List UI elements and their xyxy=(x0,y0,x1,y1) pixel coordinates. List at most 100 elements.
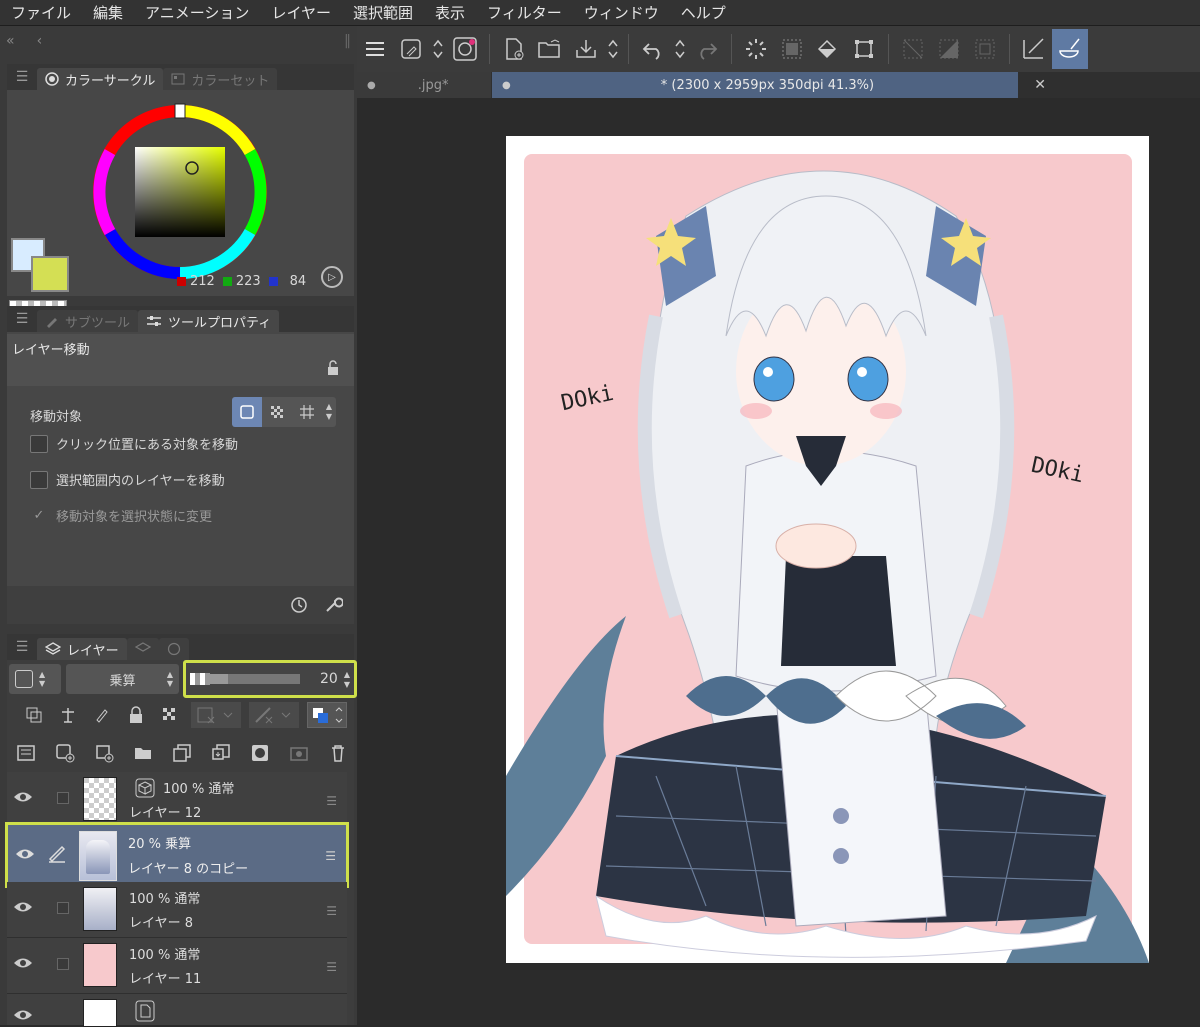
menu-help[interactable]: ヘルプ xyxy=(670,2,737,23)
ruler-toggle-icon[interactable] xyxy=(249,702,299,728)
opacity-stepper-icon[interactable]: ▲ ▼ xyxy=(344,670,350,690)
redo-icon[interactable] xyxy=(691,33,723,65)
lock-icon[interactable] xyxy=(326,360,340,380)
new-file-icon[interactable] xyxy=(498,33,530,65)
tab-color-set[interactable]: カラーセット xyxy=(163,68,278,90)
eye-icon[interactable] xyxy=(13,956,33,970)
eye-icon[interactable] xyxy=(13,790,33,804)
move-target-layer-button[interactable] xyxy=(232,397,262,427)
option-click-position[interactable]: クリック位置にある対象を移動 xyxy=(30,434,238,453)
eye-icon[interactable] xyxy=(13,900,33,914)
mask-toggle-icon[interactable] xyxy=(191,702,241,728)
stepper-icon[interactable] xyxy=(673,33,687,65)
select-all-icon[interactable] xyxy=(969,33,1001,65)
layer-drag-handle-icon[interactable]: ☰ xyxy=(325,849,336,863)
merge-down-icon[interactable] xyxy=(208,740,234,766)
layer-select-checkbox[interactable] xyxy=(57,958,69,970)
dock-grip-icon[interactable]: ‖ xyxy=(344,33,351,49)
option2-checkbox[interactable] xyxy=(30,470,48,489)
tab-tool-property[interactable]: ツールプロパティ xyxy=(138,310,280,332)
layer-row[interactable]: 100 % 通常 レイヤー 12 ☰ xyxy=(7,772,347,826)
lock-layer-icon[interactable] xyxy=(123,702,149,728)
artwork-canvas[interactable]: DOki DOki xyxy=(506,136,1149,963)
layer-row[interactable]: 100 % 通常 レイヤー 8 ☰ xyxy=(7,882,347,938)
layer-color-icon[interactable] xyxy=(307,702,347,728)
tab-layer[interactable]: レイヤー xyxy=(37,638,127,660)
layer-row[interactable]: 100 % 通常 レイヤー 11 ☰ xyxy=(7,938,347,994)
opacity-control[interactable]: 20 ▲ ▼ xyxy=(183,660,357,698)
pen-edit-icon[interactable] xyxy=(46,841,68,863)
main-color-swatch[interactable] xyxy=(31,256,69,292)
menu-selection[interactable]: 選択範囲 xyxy=(342,2,424,23)
transform-icon[interactable] xyxy=(848,33,880,65)
menu-filter[interactable]: フィルター xyxy=(476,2,573,23)
menu-animation[interactable]: アニメーション xyxy=(134,2,260,23)
doc-tab-1[interactable]: ● .jpg* xyxy=(357,72,491,98)
draft-layer-icon[interactable] xyxy=(89,702,115,728)
undo-icon[interactable] xyxy=(637,33,669,65)
open-folder-icon[interactable] xyxy=(534,33,566,65)
lock-transparency-icon[interactable] xyxy=(157,702,183,728)
ruler-snap-icon[interactable] xyxy=(1018,33,1050,65)
tab-sub-tool[interactable]: サブツール xyxy=(37,310,139,332)
menu-window[interactable]: ウィンドウ xyxy=(573,2,670,23)
invert-selection-icon[interactable] xyxy=(933,33,965,65)
eye-icon[interactable] xyxy=(13,1008,33,1022)
stepper-icon[interactable] xyxy=(606,33,620,65)
loading-spinner-icon[interactable] xyxy=(740,33,772,65)
save-icon[interactable] xyxy=(570,33,602,65)
special-ruler-snap-icon[interactable] xyxy=(1052,29,1088,69)
layer-drag-handle-icon[interactable]: ☰ xyxy=(326,904,337,918)
layer-mask-icon[interactable] xyxy=(247,740,273,766)
option-selection-layers[interactable]: 選択範囲内のレイヤーを移動 xyxy=(30,470,225,489)
tab-layer-search[interactable] xyxy=(126,638,159,660)
reset-icon[interactable] xyxy=(289,595,309,619)
hamburger-menu-icon[interactable] xyxy=(359,33,391,65)
eyedropper-icon[interactable] xyxy=(395,33,427,65)
clip-layer-icon[interactable] xyxy=(21,702,47,728)
option1-checkbox[interactable] xyxy=(30,434,48,453)
close-tab-icon[interactable]: ✕ xyxy=(1034,77,1046,93)
layer-select-checkbox[interactable] xyxy=(57,792,69,804)
menu-file[interactable]: ファイル xyxy=(0,2,82,23)
layer-row-selected[interactable]: 20 % 乗算 レイヤー 8 のコピー ☰ xyxy=(5,822,349,888)
option3-checkmark-icon[interactable]: ✓ xyxy=(30,507,48,525)
new-vector-layer-icon[interactable] xyxy=(91,740,117,766)
apply-mask-icon[interactable] xyxy=(286,740,312,766)
tab-color-circle[interactable]: カラーサークル xyxy=(37,68,164,90)
menu-view[interactable]: 表示 xyxy=(424,2,476,23)
move-target-grid-button[interactable] xyxy=(292,397,322,427)
move-target-stepper[interactable]: ▲ ▼ xyxy=(322,397,336,427)
layer-drag-handle-icon[interactable]: ☰ xyxy=(326,794,337,808)
stepper-icon[interactable] xyxy=(431,33,445,65)
canvas-area[interactable]: DOki DOki xyxy=(357,98,1200,1025)
layer-drag-handle-icon[interactable]: ☰ xyxy=(326,960,337,974)
menu-layer[interactable]: レイヤー xyxy=(260,2,342,23)
layer-select-checkbox[interactable] xyxy=(57,902,69,914)
menu-edit[interactable]: 編集 xyxy=(82,2,134,23)
new-folder-icon[interactable] xyxy=(130,740,156,766)
panel-menu-icon[interactable]: ☰ xyxy=(7,64,37,90)
tab-navigator[interactable] xyxy=(158,638,189,660)
spiral-icon[interactable] xyxy=(449,33,481,65)
opacity-slider-track[interactable] xyxy=(210,674,300,684)
deselect-icon[interactable] xyxy=(897,33,929,65)
panel-menu-icon[interactable]: ☰ xyxy=(7,634,37,660)
move-target-tone-button[interactable] xyxy=(262,397,292,427)
blend-mode-select[interactable]: 乗算 ▲ ▼ xyxy=(66,664,179,694)
wrench-icon[interactable] xyxy=(323,595,344,619)
fill-bucket-icon[interactable] xyxy=(812,33,844,65)
layer-color-selector[interactable]: ▲ ▼ xyxy=(9,664,61,694)
chevron-left-icon[interactable]: ‹ xyxy=(37,33,43,49)
selection-dotted-icon[interactable] xyxy=(776,33,808,65)
option-select-target[interactable]: ✓ 移動対象を選択状態に変更 xyxy=(30,506,212,525)
color-mode-play-icon[interactable]: ▷ xyxy=(321,266,343,288)
delete-layer-icon[interactable] xyxy=(325,740,351,766)
new-raster-layer-icon[interactable] xyxy=(52,740,78,766)
eye-icon[interactable] xyxy=(15,847,35,861)
transfer-down-icon[interactable] xyxy=(169,740,195,766)
panel-menu-icon[interactable]: ☰ xyxy=(7,306,37,332)
doc-tab-2-active[interactable]: ● * (2300 x 2959px 350dpi 41.3%) ✕ xyxy=(492,72,1046,98)
layer-row[interactable] xyxy=(7,994,347,1027)
double-chevron-left-icon[interactable]: « xyxy=(6,33,15,49)
